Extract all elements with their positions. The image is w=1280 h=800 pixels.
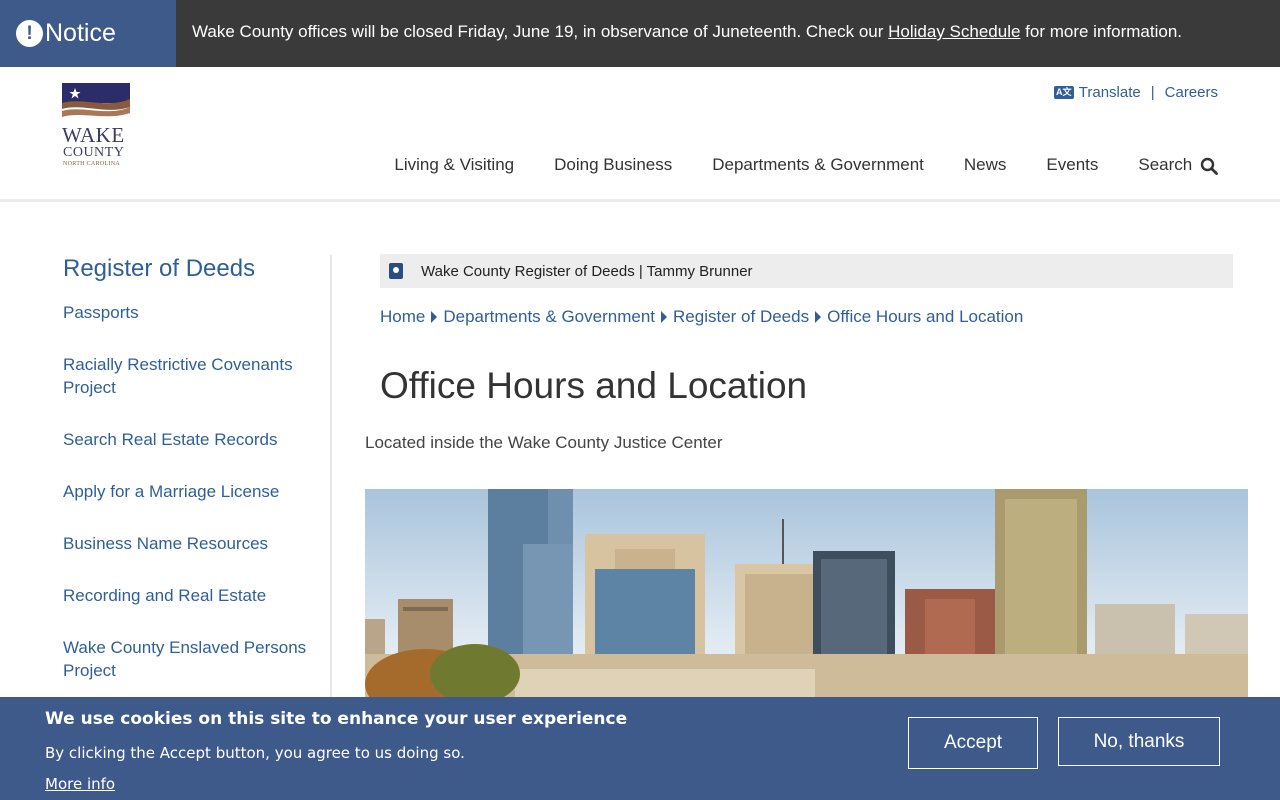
breadcrumb-home[interactable]: Home — [380, 307, 425, 327]
notice-label: ! Notice — [0, 0, 176, 67]
logo-county-text: COUNTY — [63, 145, 125, 160]
sidebar-item-business-names[interactable]: Business Name Resources — [63, 532, 318, 555]
cookie-text: By clicking the Accept button, you agree… — [45, 744, 465, 762]
notice-text-before: Wake County offices will be closed Frida… — [192, 22, 889, 41]
logo-state-text: NORTH CAROLINA — [63, 161, 121, 167]
cookie-title: We use cookies on this site to enhance y… — [45, 709, 628, 729]
nav-news[interactable]: News — [964, 155, 1007, 175]
wake-county-logo[interactable]: WAKE COUNTY NORTH CAROLINA — [62, 83, 132, 173]
accept-button[interactable]: Accept — [908, 717, 1038, 769]
sidebar-nav: Register of Deeds Passports Racially Res… — [63, 255, 333, 711]
nav-search-label: Search — [1138, 155, 1193, 174]
site-header: WAKE COUNTY NORTH CAROLINA A文 Translate … — [0, 67, 1280, 202]
breadcrumb-register-of-deeds[interactable]: Register of Deeds — [673, 307, 809, 327]
skyline-illustration — [365, 489, 1248, 700]
breadcrumb-departments[interactable]: Departments & Government — [443, 307, 655, 327]
nav-departments-government[interactable]: Departments & Government — [712, 155, 924, 175]
sidebar-item-marriage-license[interactable]: Apply for a Marriage License — [63, 480, 318, 503]
caret-right-icon — [815, 311, 822, 323]
breadcrumb: Home Departments & Government Register o… — [380, 307, 1023, 327]
sidebar-title[interactable]: Register of Deeds — [63, 255, 333, 283]
sidebar-item-covenants-project[interactable]: Racially Restrictive Covenants Project — [63, 353, 318, 399]
notice-text-after: for more information. — [1020, 22, 1182, 41]
notice-title: Notice — [45, 19, 116, 47]
exclamation-icon: ! — [16, 20, 43, 47]
translate-icon[interactable]: A文 — [1053, 86, 1074, 99]
department-bar-text: Wake County Register of Deeds | Tammy Br… — [421, 262, 753, 280]
sidebar-item-search-records[interactable]: Search Real Estate Records — [63, 428, 318, 451]
department-bar: Wake County Register of Deeds | Tammy Br… — [380, 254, 1233, 288]
page-intro: Located inside the Wake County Justice C… — [365, 433, 723, 452]
translate-link[interactable]: Translate — [1079, 84, 1141, 101]
sidebar-divider — [330, 255, 332, 700]
search-icon — [1200, 157, 1218, 175]
holiday-schedule-link[interactable]: Holiday Schedule — [888, 22, 1020, 41]
notice-message: Wake County offices will be closed Frida… — [192, 22, 1182, 42]
utility-nav: A文 Translate | Careers — [1053, 84, 1218, 101]
nav-living-visiting[interactable]: Living & Visiting — [394, 155, 514, 175]
sidebar-item-enslaved-persons[interactable]: Wake County Enslaved Persons Project — [63, 636, 318, 682]
nav-events[interactable]: Events — [1046, 155, 1098, 175]
caret-right-icon — [661, 311, 668, 323]
decline-button[interactable]: No, thanks — [1058, 717, 1220, 766]
main-nav: Living & Visiting Doing Business Departm… — [394, 155, 1218, 175]
caret-right-icon — [431, 311, 438, 323]
nav-search[interactable]: Search — [1138, 155, 1218, 175]
notice-bar: ! Notice Wake County offices will be clo… — [0, 0, 1280, 67]
page-title: Office Hours and Location — [380, 365, 808, 406]
breadcrumb-current[interactable]: Office Hours and Location — [827, 307, 1023, 327]
utility-separator: | — [1150, 84, 1155, 101]
sidebar-item-recording[interactable]: Recording and Real Estate — [63, 584, 318, 607]
cookie-banner: We use cookies on this site to enhance y… — [0, 697, 1280, 800]
cookie-more-info-link[interactable]: More info — [45, 775, 115, 793]
id-card-icon — [389, 263, 403, 279]
sidebar-item-passports[interactable]: Passports — [63, 301, 318, 324]
logo-flag-icon — [62, 83, 130, 117]
careers-link[interactable]: Careers — [1165, 84, 1218, 101]
nav-doing-business[interactable]: Doing Business — [554, 155, 672, 175]
skyline-image — [365, 489, 1248, 700]
